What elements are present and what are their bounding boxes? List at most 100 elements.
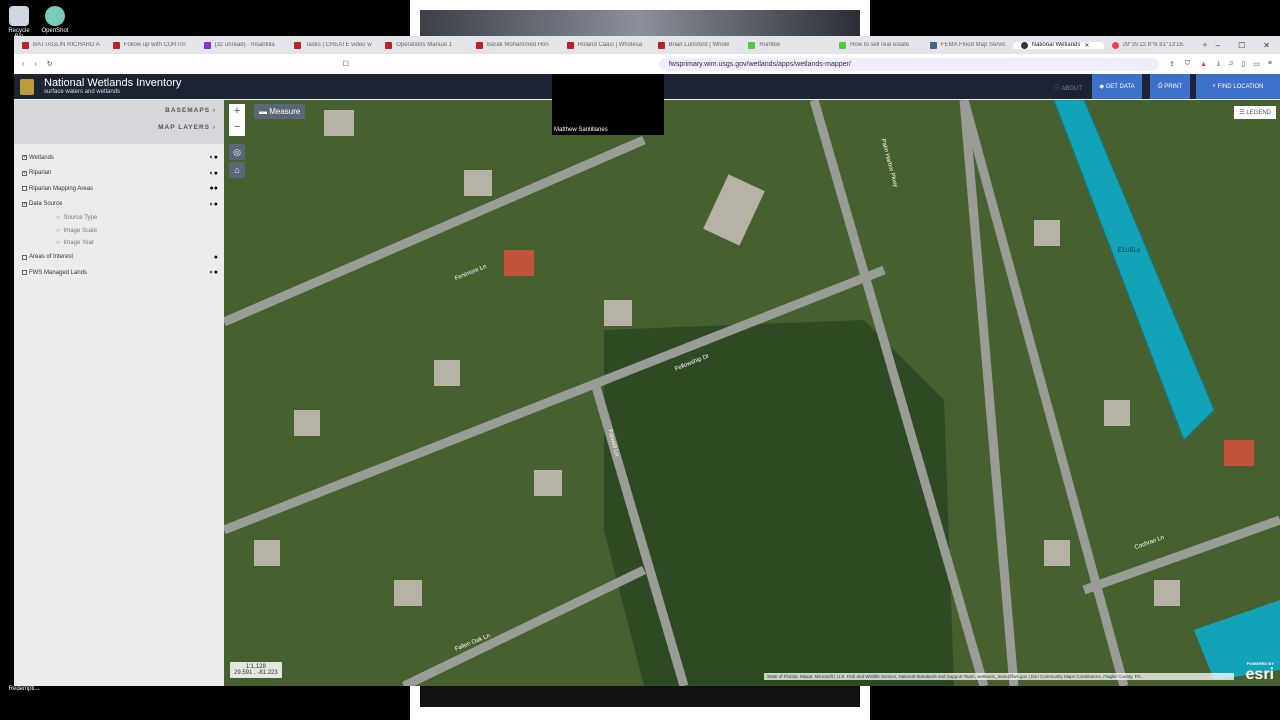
desktop-icon-redemption[interactable]: Redempti... — [4, 686, 44, 692]
address-bar-row: ‹ › ↻ ☐ fwsprimary.wim.usgs.gov/wetlands/a… — [14, 54, 1280, 74]
tab[interactable]: Roland Caasi | Wholesa — [559, 41, 650, 49]
app-title: National Wetlands Inventory — [44, 77, 182, 89]
checkbox[interactable] — [22, 186, 27, 192]
share-icon[interactable]: ⇪ — [1169, 60, 1175, 68]
radio-icon[interactable]: ○ — [56, 240, 60, 246]
opacity-info-icons[interactable]: ◐● — [210, 201, 218, 208]
wallet-icon[interactable]: ▭ — [1253, 60, 1260, 68]
get-data-button[interactable]: ◆ GET DATA — [1092, 74, 1142, 99]
tab-label: BATTAGLIN RICHARD A — [33, 42, 100, 48]
tab-label: Brian Lunsford | Whole — [668, 42, 730, 48]
brave-shield-icon[interactable]: ⛉ — [1185, 60, 1190, 68]
tab-label: Follow up with CURTIS — [123, 42, 186, 48]
map-layers-label: MAP LAYERS — [158, 124, 211, 131]
close-window-button[interactable]: ✕ — [1263, 41, 1270, 50]
find-location-button[interactable]: ⌕ FIND LOCATION — [1196, 74, 1280, 99]
opacity-info-icons[interactable]: ◐● — [210, 154, 218, 161]
about-link[interactable]: ⓘ ABOUT — [1054, 83, 1082, 92]
tab[interactable]: Barak Mohammed Hon — [468, 41, 559, 49]
checkbox[interactable] — [22, 270, 27, 276]
radio-image-scale[interactable]: ○ Image Scale — [14, 225, 224, 238]
layer-label: FWS Managed Lands — [29, 269, 88, 276]
get-data-label: GET DATA — [1105, 83, 1135, 90]
checkbox[interactable] — [22, 254, 27, 260]
tab[interactable]: How to sell real estate — [831, 41, 922, 49]
tab[interactable]: 29°35'22.6"N 81°13'16. — [1104, 41, 1195, 49]
brave-rewards-icon[interactable]: ▲ — [1200, 61, 1207, 68]
radio-image-year[interactable]: ○ Image Year — [14, 237, 224, 250]
map-view[interactable]: + − ▬ Measure ◎ ⌂ ☰ LEGEND E1UBLx 1:1,12… — [224, 100, 1280, 686]
maximize-button[interactable]: ☐ — [1238, 41, 1245, 50]
tab-label: National Wetlands — [1031, 42, 1081, 48]
rumble-icon — [748, 41, 756, 49]
layer-fws-managed-lands[interactable]: FWS Managed Lands ◐● — [14, 265, 224, 281]
tab-label: Tasks | CREATE video w — [305, 42, 372, 48]
checkbox[interactable]: ✓ — [22, 170, 27, 176]
forward-icon[interactable]: › — [34, 61, 36, 68]
opacity-info-icons[interactable]: ●● — [210, 185, 218, 192]
layer-riparian-mapping-areas[interactable]: Riparian Mapping Areas ●● — [14, 181, 224, 197]
media-icon[interactable]: ♫ — [1228, 60, 1233, 68]
map-layers-toggle[interactable]: MAP LAYERS › — [22, 122, 216, 139]
tab[interactable]: Follow up with CURTIS — [105, 41, 196, 49]
minimize-button[interactable]: – — [1216, 41, 1220, 50]
desktop-icon-recycle-bin[interactable]: Recycle Bin — [4, 6, 34, 40]
opacity-info-icons[interactable]: ◐● — [210, 170, 218, 177]
scale-coordinates: 1:1,128 29.591 , -81.223 — [230, 662, 282, 678]
layer-areas-of-interest[interactable]: Areas of Interest ● — [14, 250, 224, 266]
radio-icon[interactable]: ○ — [56, 228, 60, 234]
opacity-info-icons[interactable]: ◐● — [210, 269, 218, 276]
menu-icon[interactable]: ≡ — [1268, 60, 1272, 68]
layer-riparian[interactable]: ✓ Riparian ◐● — [14, 166, 224, 182]
reload-icon[interactable]: ↻ — [47, 60, 53, 68]
info-icon[interactable]: ● — [214, 254, 218, 261]
checkbox[interactable]: ✓ — [22, 201, 27, 207]
checkbox[interactable]: ✓ — [22, 155, 27, 161]
sidebar-icon[interactable]: ▯ — [1241, 60, 1245, 68]
legend-label: LEGEND — [1246, 110, 1271, 116]
tab-label: (32 unread) - msantilla — [214, 42, 275, 48]
desktop-icon-openshot[interactable]: OpenShot — [40, 6, 70, 34]
layer-label: Areas of Interest — [29, 254, 74, 261]
favicon-icon — [566, 41, 574, 49]
measure-button[interactable]: ▬ Measure — [254, 104, 306, 119]
radio-label: Image Year — [63, 240, 94, 247]
print-button[interactable]: ⎙ PRINT — [1150, 74, 1190, 99]
tab[interactable]: Rumble — [740, 41, 831, 49]
new-tab-button[interactable]: + — [1194, 40, 1215, 50]
url-input[interactable]: fwsprimary.wim.usgs.gov/wetlands/apps/we… — [658, 57, 1159, 71]
radio-icon[interactable]: ○ — [56, 215, 60, 221]
webcam-overlay: Matthew Santillanes — [552, 74, 664, 135]
sidebar-header: BASEMAPS › MAP LAYERS › — [14, 100, 224, 144]
zoom-out-button[interactable]: − — [229, 120, 245, 136]
favicon-icon — [203, 41, 211, 49]
tab[interactable]: Brian Lunsford | Whole — [650, 41, 741, 49]
download-icon[interactable]: ⤓ — [1217, 60, 1220, 68]
layer-data-source[interactable]: ✓ Data Source ◐● — [14, 197, 224, 213]
basemaps-toggle[interactable]: BASEMAPS › — [22, 105, 216, 122]
zoom-in-button[interactable]: + — [229, 104, 245, 120]
radio-source-type[interactable]: ○ Source Type — [14, 212, 224, 225]
tab[interactable]: (32 unread) - msantilla — [196, 41, 287, 49]
tab-label: Operations Manual 1 — [396, 42, 452, 48]
radio-label: Source Type — [63, 215, 98, 222]
back-icon[interactable]: ‹ — [22, 61, 24, 68]
tab[interactable]: FEMA Flood Map Servic — [922, 41, 1013, 49]
close-icon[interactable]: ✕ — [1084, 42, 1089, 49]
tab[interactable]: Operations Manual 1 — [377, 41, 468, 49]
coords-text: 29.591 , -81.223 — [234, 670, 278, 676]
bookmark-icon[interactable]: ☐ — [343, 60, 349, 68]
basemaps-label: BASEMAPS — [165, 107, 211, 114]
legend-button[interactable]: ☰ LEGEND — [1234, 106, 1276, 119]
tab-label: 29°35'22.6"N 81°13'16. — [1122, 42, 1185, 48]
home-icon[interactable]: ⌂ — [229, 162, 245, 178]
app-subtitle: surface waters and wetlands — [44, 89, 121, 95]
tab[interactable]: Tasks | CREATE video w — [286, 41, 377, 49]
tab-active[interactable]: National Wetlands ✕ — [1012, 41, 1104, 49]
print-label: PRINT — [1164, 83, 1183, 90]
layer-label: Data Source — [29, 201, 63, 208]
layer-wetlands[interactable]: ✓ Wetlands ◐● — [14, 150, 224, 166]
tab[interactable]: BATTAGLIN RICHARD A — [14, 41, 105, 49]
locate-icon[interactable]: ◎ — [229, 144, 245, 160]
url-text: fwsprimary.wim.usgs.gov/wetlands/apps/we… — [668, 60, 851, 68]
